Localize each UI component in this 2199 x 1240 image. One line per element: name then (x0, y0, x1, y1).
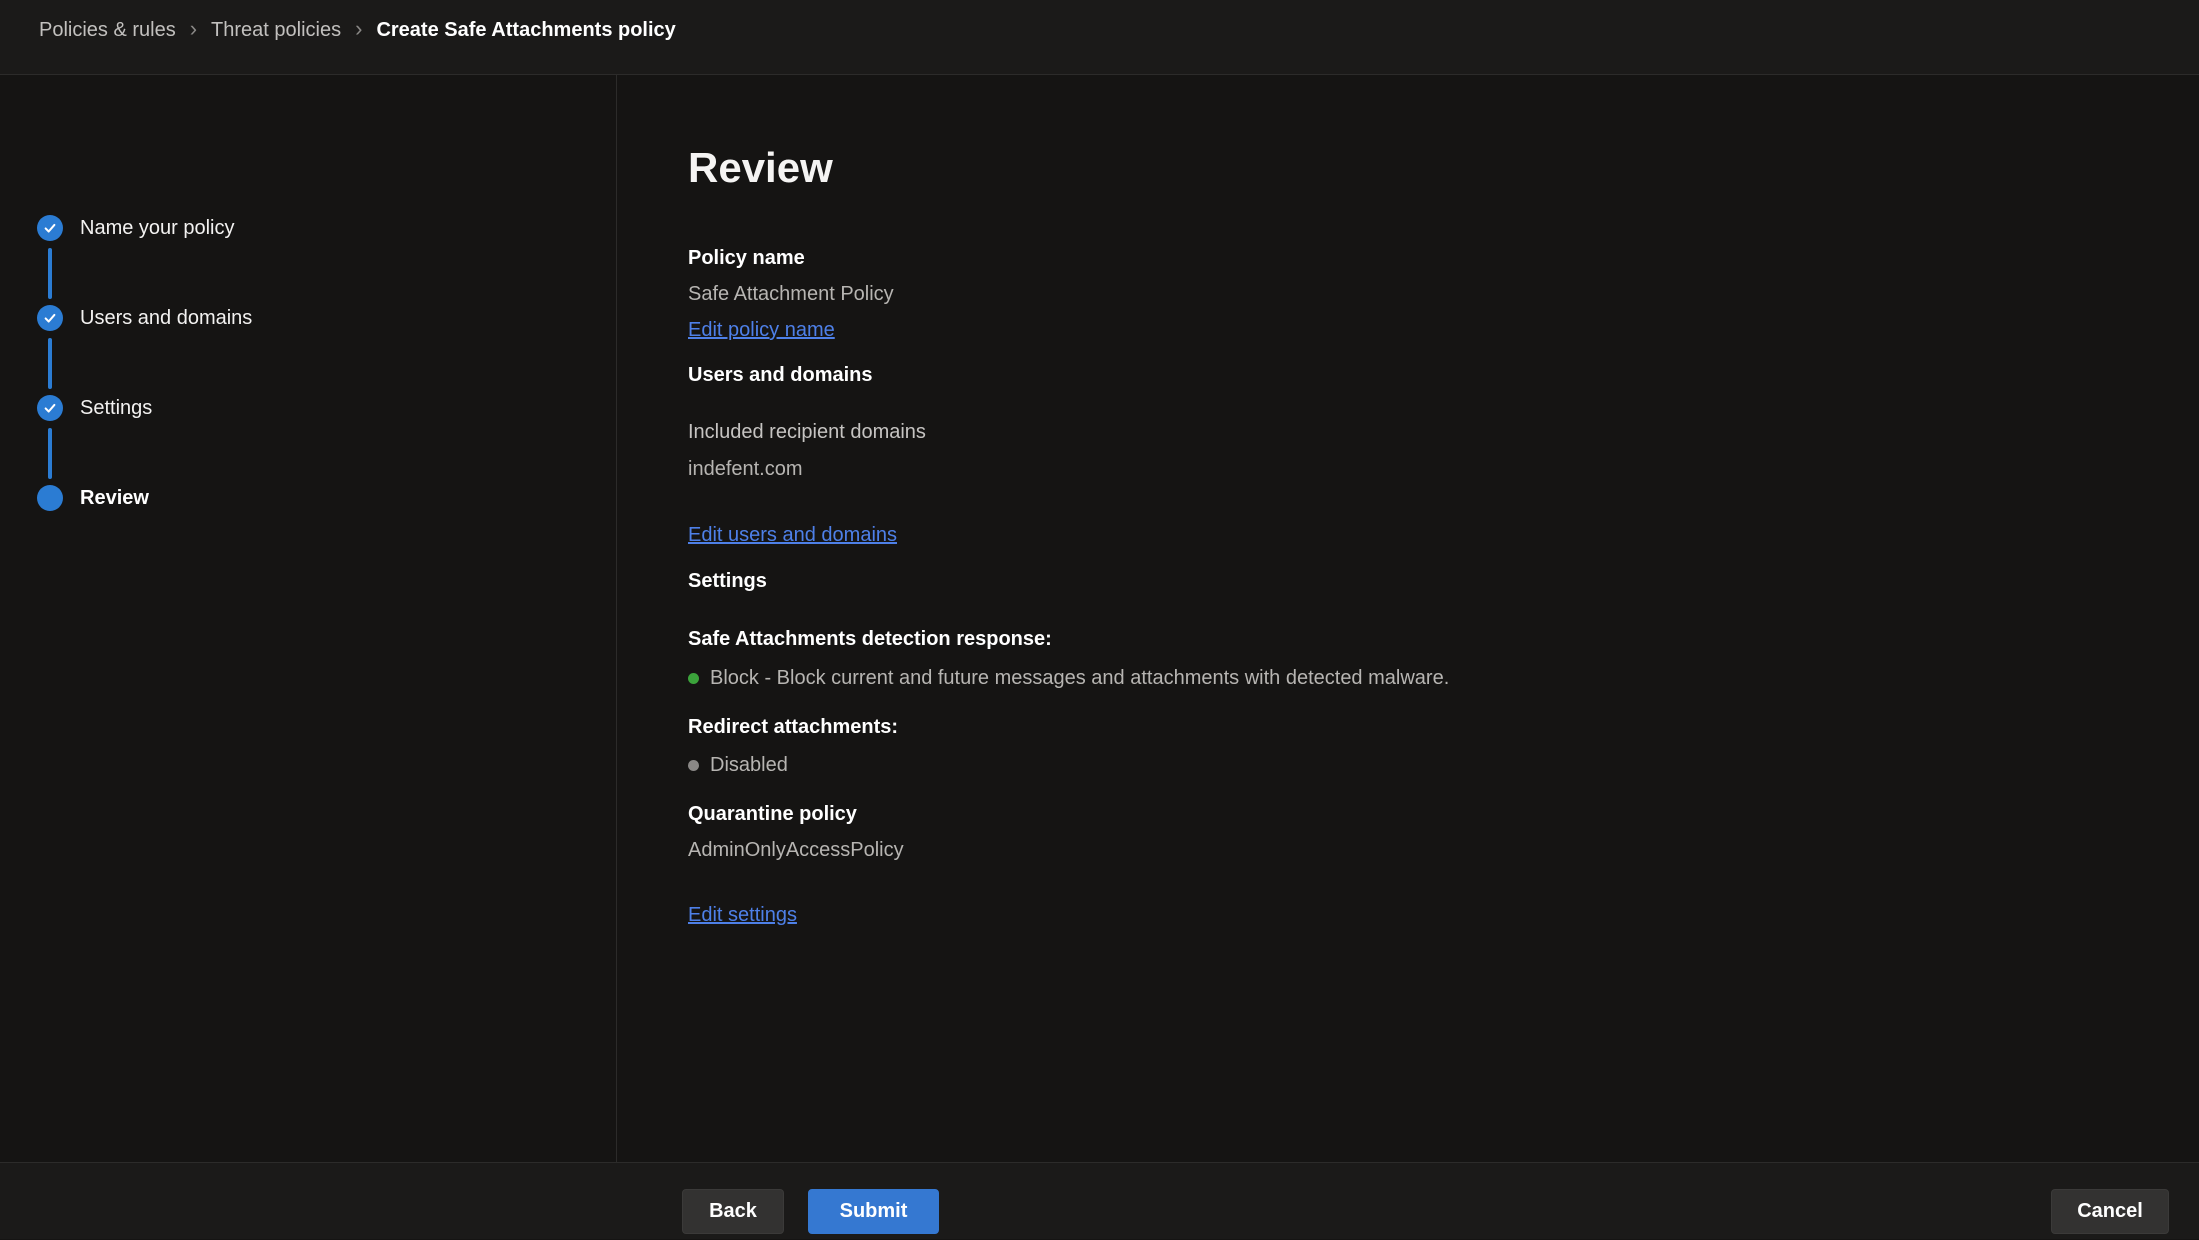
step-completed-check-icon (37, 395, 63, 421)
redirect-attachments-value: Disabled (688, 752, 2199, 779)
included-recipient-domains-label: Included recipient domains (688, 419, 2199, 446)
edit-settings-link[interactable]: Edit settings (688, 902, 797, 929)
cancel-button[interactable]: Cancel (2051, 1189, 2169, 1234)
redirect-attachments-text: Disabled (710, 752, 788, 779)
policy-name-value: Safe Attachment Policy (688, 281, 2199, 308)
page-title: Review (688, 140, 2199, 196)
redirect-attachments-label: Redirect attachments: (688, 714, 2199, 741)
wizard-steps-sidebar: Name your policy Users and domains Setti… (0, 75, 617, 1162)
detection-response-text: Block - Block current and future message… (710, 665, 1449, 692)
users-and-domains-label: Users and domains (688, 362, 2199, 389)
included-recipient-domains-value: indefent.com (688, 456, 2199, 483)
step-completed-check-icon (37, 305, 63, 331)
breadcrumb-current-page: Create Safe Attachments policy (376, 19, 675, 42)
wizard-footer: Back Submit Cancel (0, 1162, 2199, 1239)
step-label: Settings (80, 395, 152, 421)
edit-policy-name-link[interactable]: Edit policy name (688, 317, 835, 344)
chevron-right-icon: › (341, 19, 376, 39)
wizard-step-name-your-policy[interactable]: Name your policy (37, 215, 616, 305)
wizard-step-users-and-domains[interactable]: Users and domains (37, 305, 616, 395)
wizard-step-settings[interactable]: Settings (37, 395, 616, 485)
settings-label: Settings (688, 568, 2199, 595)
breadcrumb: Policies & rules › Threat policies › Cre… (0, 0, 2199, 75)
status-green-dot-icon (688, 673, 699, 684)
edit-users-and-domains-link[interactable]: Edit users and domains (688, 522, 897, 549)
quarantine-policy-label: Quarantine policy (688, 801, 2199, 828)
chevron-right-icon: › (176, 19, 211, 39)
step-label: Review (80, 485, 149, 511)
detection-response-value: Block - Block current and future message… (688, 665, 2199, 692)
step-label: Name your policy (80, 215, 235, 241)
review-panel: Review Policy name Safe Attachment Polic… (617, 75, 2199, 1162)
detection-response-label: Safe Attachments detection response: (688, 626, 2199, 653)
step-current-dot-icon (37, 485, 63, 511)
breadcrumb-link-policies-rules[interactable]: Policies & rules (39, 19, 176, 42)
quarantine-policy-value: AdminOnlyAccessPolicy (688, 837, 2199, 864)
wizard-step-review[interactable]: Review (37, 485, 616, 575)
step-completed-check-icon (37, 215, 63, 241)
back-button[interactable]: Back (682, 1189, 784, 1234)
policy-name-label: Policy name (688, 245, 2199, 272)
submit-button[interactable]: Submit (808, 1189, 939, 1234)
step-label: Users and domains (80, 305, 252, 331)
breadcrumb-link-threat-policies[interactable]: Threat policies (211, 19, 341, 42)
status-gray-dot-icon (688, 760, 699, 771)
